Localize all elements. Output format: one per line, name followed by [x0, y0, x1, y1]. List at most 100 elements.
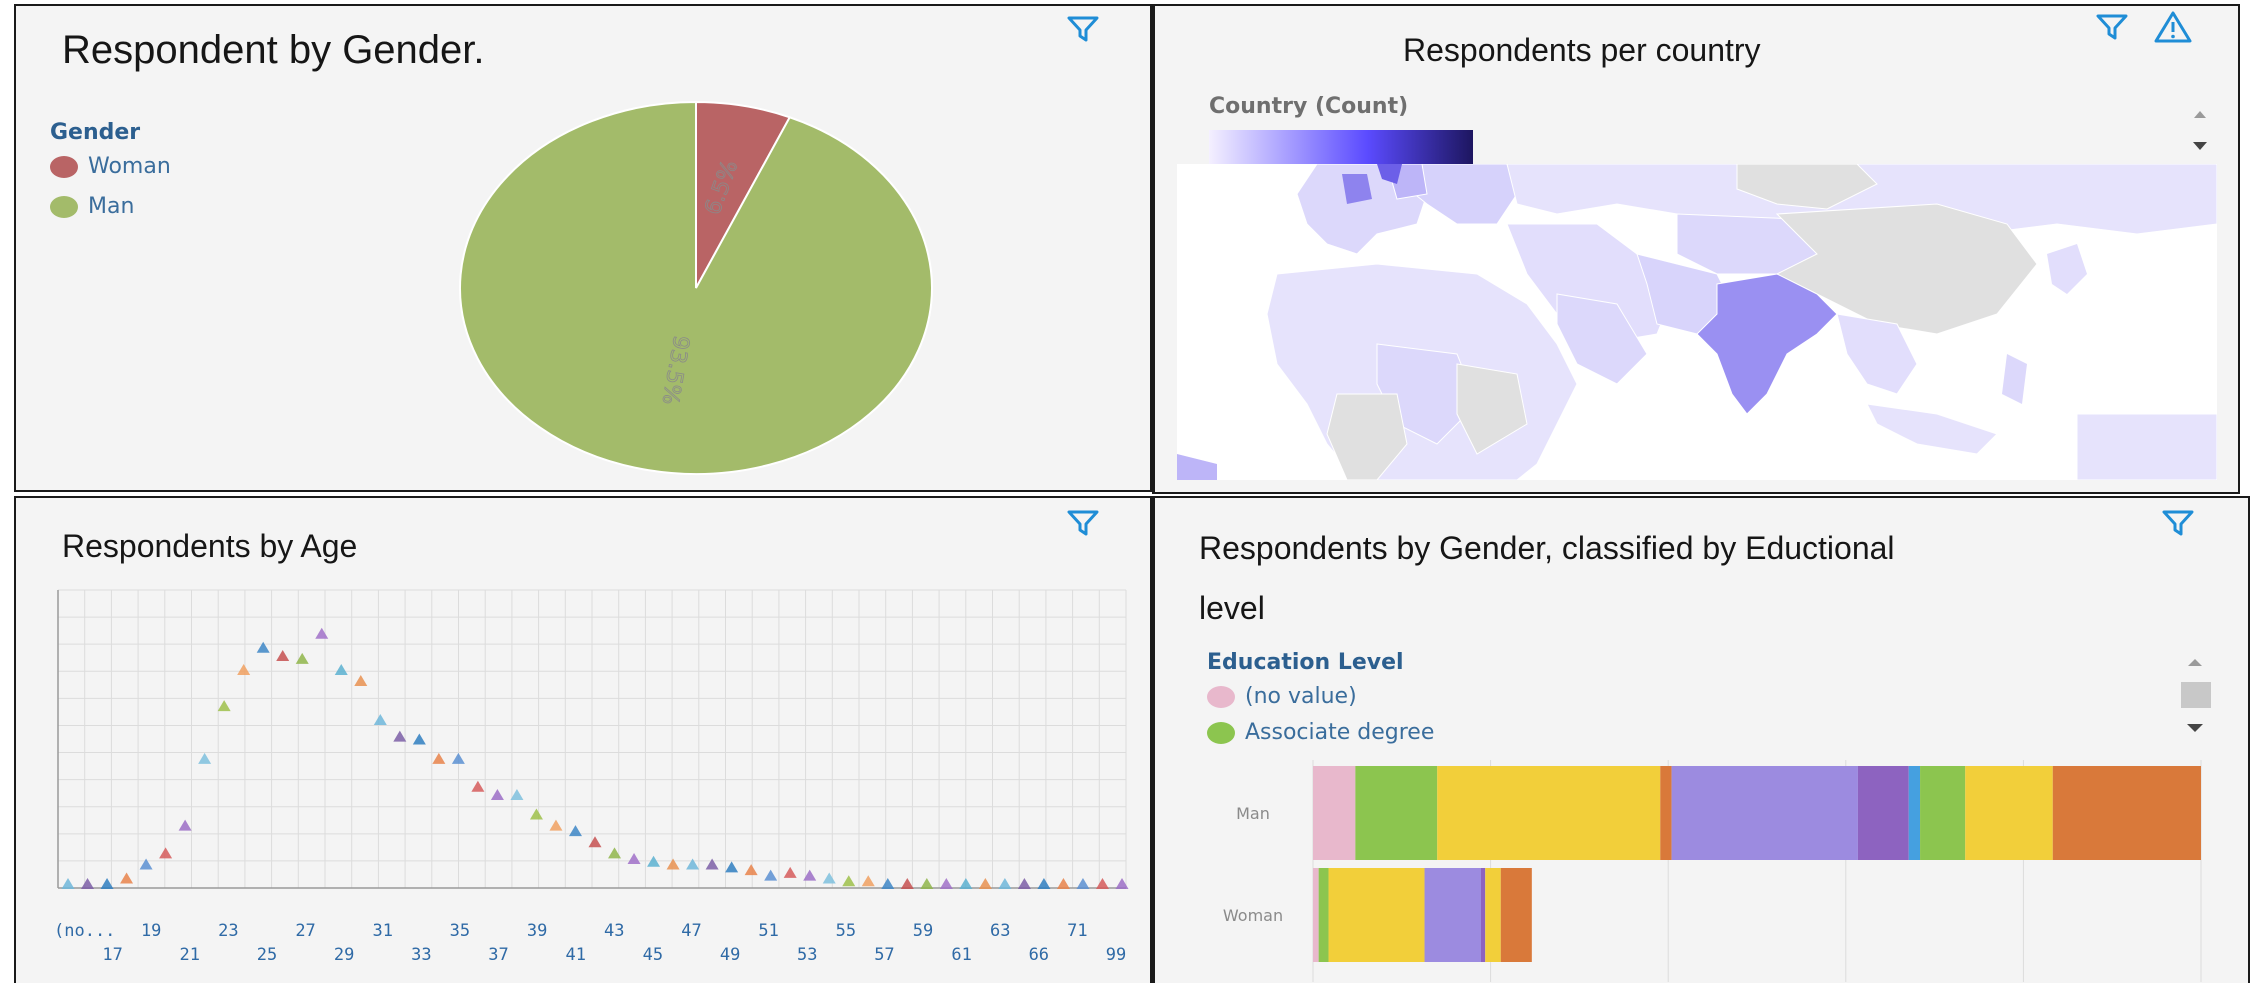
legend-swatch-woman: [50, 155, 78, 178]
age-point[interactable]: [588, 836, 602, 848]
age-point[interactable]: [159, 847, 173, 859]
age-point[interactable]: [373, 713, 387, 725]
age-point[interactable]: [1037, 878, 1051, 889]
edu-bar-segment[interactable]: [1500, 868, 1532, 962]
age-point[interactable]: [198, 752, 212, 764]
edu-bar-segment[interactable]: [1965, 766, 2053, 860]
age-point[interactable]: [1056, 878, 1070, 889]
legend-label-man: Man: [88, 194, 135, 219]
age-tick-label: 59: [913, 921, 933, 941]
edu-bar-segment[interactable]: [1313, 766, 1356, 860]
age-point[interactable]: [549, 819, 563, 831]
age-point[interactable]: [432, 752, 446, 764]
age-point[interactable]: [217, 700, 231, 712]
education-panel: Respondents by Gender, classified by Edu…: [1152, 496, 2250, 983]
age-point[interactable]: [354, 675, 368, 687]
age-point[interactable]: [1115, 878, 1129, 889]
country-legend-scrollbar[interactable]: [2185, 96, 2215, 166]
age-point[interactable]: [490, 789, 504, 801]
edu-bar-segment[interactable]: [1424, 868, 1481, 962]
age-point[interactable]: [861, 875, 875, 887]
age-tick-label: 66: [1029, 945, 1049, 965]
age-point[interactable]: [178, 819, 192, 831]
country-panel: Respondents per country Country (Count): [1152, 4, 2240, 494]
education-stacked-bar-chart: Man Woman: [1223, 760, 2202, 982]
age-point[interactable]: [295, 652, 309, 664]
edu-bar-segment[interactable]: [1355, 766, 1438, 860]
age-point[interactable]: [686, 858, 700, 870]
age-point[interactable]: [998, 878, 1012, 889]
age-tick-label: 55: [836, 921, 856, 941]
age-point[interactable]: [900, 878, 914, 889]
age-point[interactable]: [315, 627, 329, 639]
pie-slice-man[interactable]: [459, 100, 933, 475]
age-point[interactable]: [725, 861, 739, 873]
age-point[interactable]: [978, 878, 992, 889]
age-tick-label: 57: [874, 945, 894, 965]
age-tick-label: 41: [565, 945, 585, 965]
age-tick-label: 25: [257, 945, 277, 965]
age-point[interactable]: [237, 663, 251, 675]
age-point[interactable]: [529, 808, 543, 820]
edu-category-label: Man: [1236, 804, 1270, 823]
edu-bar-segment[interactable]: [1485, 868, 1501, 962]
age-tick-label: 23: [218, 921, 238, 941]
edu-bar-segment[interactable]: [1660, 766, 1672, 860]
age-tick-label: 33: [411, 945, 431, 965]
age-point[interactable]: [959, 878, 973, 889]
edu-bar-segment[interactable]: [1481, 868, 1486, 962]
age-point[interactable]: [61, 878, 75, 889]
legend-item-woman[interactable]: Woman: [50, 154, 171, 179]
edu-bar-segment[interactable]: [1318, 868, 1329, 962]
age-point[interactable]: [920, 878, 934, 889]
age-point[interactable]: [471, 780, 485, 792]
age-tick-label: 51: [758, 921, 778, 941]
age-tick-label: 37: [488, 945, 508, 965]
age-point[interactable]: [1076, 878, 1090, 889]
age-point[interactable]: [939, 878, 953, 889]
world-map[interactable]: [1177, 164, 2217, 480]
edu-bar-segment[interactable]: [1328, 868, 1425, 962]
edu-bar-segment[interactable]: [1857, 766, 1909, 860]
age-point[interactable]: [81, 878, 95, 889]
age-point[interactable]: [393, 730, 407, 742]
age-panel: Respondents by Age (no... 19 23 27 31 35 39 43 4…: [14, 496, 1152, 983]
age-point[interactable]: [705, 858, 719, 870]
edu-bar-segment[interactable]: [2052, 766, 2201, 860]
age-point[interactable]: [334, 663, 348, 675]
legend-label-woman: Woman: [88, 154, 171, 179]
age-point[interactable]: [842, 875, 856, 887]
filter-icon[interactable]: [2095, 12, 2129, 42]
age-point[interactable]: [568, 825, 582, 837]
age-point[interactable]: [139, 858, 153, 870]
age-point[interactable]: [120, 872, 134, 884]
age-point[interactable]: [764, 869, 778, 881]
edu-bar-segment[interactable]: [1437, 766, 1661, 860]
filter-icon[interactable]: [1066, 14, 1100, 44]
age-point[interactable]: [666, 858, 680, 870]
age-point[interactable]: [744, 864, 758, 876]
age-tick-label: 71: [1067, 921, 1087, 941]
edu-bar-segment[interactable]: [1671, 766, 1858, 860]
legend-swatch-man: [50, 195, 78, 218]
age-tick-label: 35: [450, 921, 470, 941]
age-tick-label: 47: [681, 921, 701, 941]
age-point[interactable]: [276, 650, 290, 662]
age-point[interactable]: [783, 866, 797, 878]
age-point[interactable]: [627, 852, 641, 864]
age-tick-label: (no...: [54, 921, 115, 941]
age-point[interactable]: [1095, 878, 1109, 889]
age-point[interactable]: [822, 872, 836, 884]
age-point[interactable]: [1017, 878, 1031, 889]
legend-item-man[interactable]: Man: [50, 194, 134, 219]
age-point[interactable]: [412, 733, 426, 745]
warning-icon[interactable]: [2153, 10, 2193, 44]
age-point[interactable]: [451, 752, 465, 764]
edu-bar-segment[interactable]: [1313, 868, 1319, 962]
scroll-arrows-icon: [2193, 111, 2207, 150]
age-point[interactable]: [881, 878, 895, 889]
edu-bar-segment[interactable]: [1908, 766, 1921, 860]
edu-category-label: Woman: [1223, 906, 1283, 925]
edu-bar-segment[interactable]: [1920, 766, 1966, 860]
age-point[interactable]: [256, 641, 270, 653]
